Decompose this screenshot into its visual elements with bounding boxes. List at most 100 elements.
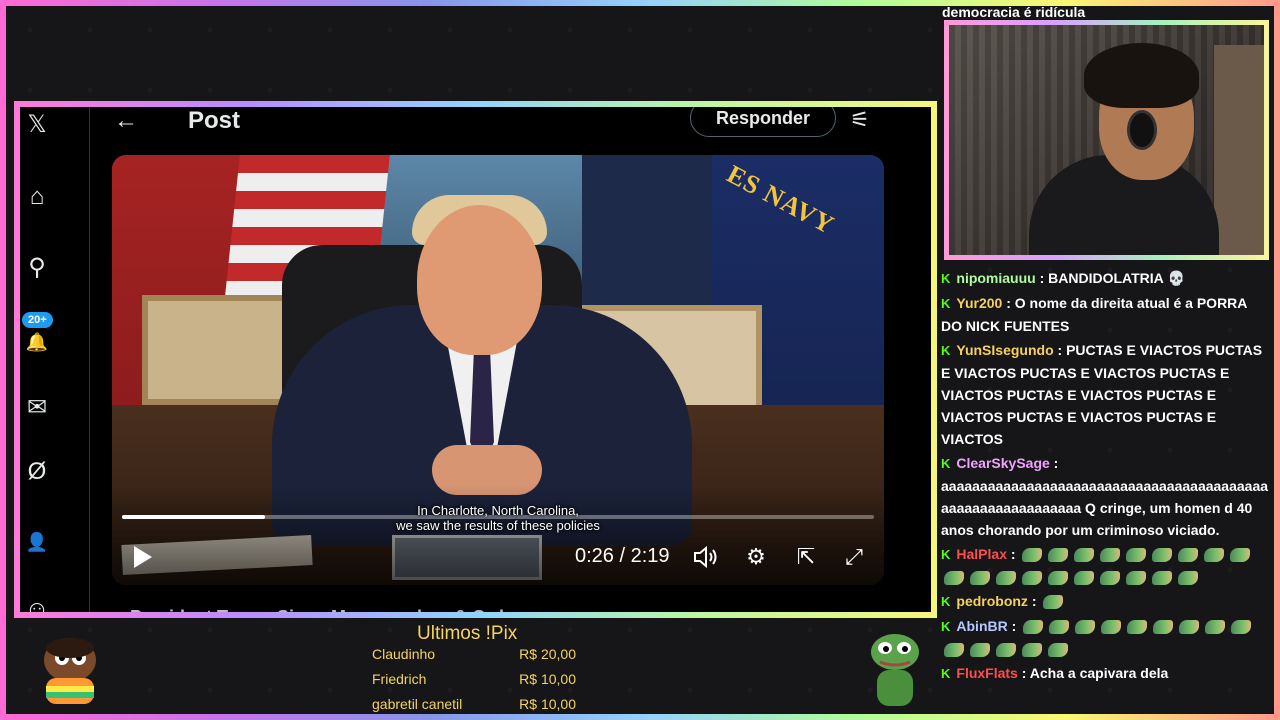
notifications-icon[interactable]: 🔔 xyxy=(22,327,52,357)
chat-separator: : xyxy=(1053,342,1067,358)
pix-donor-name: Claudinho xyxy=(372,646,436,662)
reply-button[interactable]: Responder xyxy=(690,107,836,137)
video-caption: In Charlotte, North Carolina, we saw the… xyxy=(112,503,884,533)
play-icon[interactable] xyxy=(132,545,154,569)
capybara-emote-icon xyxy=(1100,548,1121,563)
capybara-emote-icon xyxy=(996,571,1016,586)
page-title: Post xyxy=(188,107,241,134)
chat-separator: : xyxy=(1007,618,1021,634)
video-scene-flag-dark xyxy=(582,155,732,315)
chat-username[interactable]: YunSIsegundo xyxy=(956,342,1053,358)
chat-message: K HalPlax : xyxy=(941,543,1271,588)
capybara-emote-icon xyxy=(1074,548,1095,563)
capybara-emote-icon xyxy=(944,571,964,586)
webcam-overlay xyxy=(944,20,1269,260)
capybara-emote-icon xyxy=(1178,571,1198,586)
back-arrow-icon[interactable]: ← xyxy=(114,107,138,135)
chat-username[interactable]: Yur200 xyxy=(956,295,1002,311)
video-scene-head xyxy=(417,205,542,355)
capybara-emote-icon xyxy=(1043,595,1064,610)
capybara-emote-icon xyxy=(1152,548,1173,563)
video-player[interactable]: ES NAVY In Charlotte, North Carolina, we… xyxy=(112,155,884,585)
capybara-emote-icon xyxy=(1074,571,1094,586)
headphones-icon xyxy=(1127,110,1157,150)
chat-message: K AbinBR : xyxy=(941,615,1271,660)
capybara-emote-icon xyxy=(1126,571,1146,586)
chat-message: K Yur200 : O nome da direita atual é a PO… xyxy=(941,292,1271,337)
chat-separator: : xyxy=(1027,593,1041,609)
kick-badge-icon: K xyxy=(941,666,951,681)
webcam-streamer-hair xyxy=(1084,43,1199,108)
capybara-emote-icon xyxy=(1022,548,1043,563)
pix-donor-name: Friedrich xyxy=(372,671,427,687)
mascot-left-icon xyxy=(32,630,107,710)
search-icon[interactable]: ⚲ xyxy=(22,252,52,282)
profile-icon[interactable]: 👤 xyxy=(22,527,52,557)
chat-text: BANDIDOLATRIA xyxy=(1048,270,1164,286)
filter-icon[interactable]: ⚟ xyxy=(850,107,870,133)
capybara-emote-icon xyxy=(1230,548,1251,563)
kick-badge-icon: K xyxy=(941,271,951,286)
settings-gear-icon[interactable]: ⚙ xyxy=(742,543,770,571)
chat-message: Kpedrobonz : xyxy=(941,590,1271,613)
browser-capture: 𝕏 ⌂ ⚲ 20+ 🔔 ✉ Ø 👤 ☺ ← Post Responder ⚟ E… xyxy=(14,101,937,618)
chat-username[interactable]: ClearSkySage xyxy=(956,455,1049,471)
kick-badge-icon: K xyxy=(941,594,951,609)
kick-badge-icon: K xyxy=(941,619,951,634)
kick-badge-icon: K xyxy=(941,456,951,471)
video-scene-photos-left xyxy=(142,295,292,405)
popout-icon[interactable]: ⇱ xyxy=(792,543,820,571)
capybara-emote-icon xyxy=(970,571,990,586)
chat-username[interactable]: HalPlax xyxy=(956,546,1007,562)
capybara-emote-icon xyxy=(1023,620,1044,635)
x-left-rail: 𝕏 ⌂ ⚲ 20+ 🔔 ✉ Ø 👤 ☺ xyxy=(20,107,90,612)
video-caption-line2: we saw the results of these policies xyxy=(396,518,600,533)
capybara-emote-icon xyxy=(1231,620,1252,635)
pix-donation-value: R$ 20,00 xyxy=(519,646,576,662)
kick-badge-icon: K xyxy=(941,343,951,358)
webcam-door xyxy=(1214,45,1264,255)
chat-message: Knipomiauuu : BANDIDOLATRIA 💀 xyxy=(941,267,1271,290)
notifications-badge: 20+ xyxy=(22,312,53,328)
capybara-emote-icon xyxy=(1022,571,1042,586)
chat-message-partial: democracia é ridícula xyxy=(942,4,1086,20)
chat-message: K YunSIsegundo : PUCTAS E VIACTOS PUCTAS … xyxy=(941,339,1271,450)
capybara-emote-icon xyxy=(970,643,990,658)
capybara-emote-icon xyxy=(1022,643,1042,658)
grok-icon[interactable]: Ø xyxy=(22,457,52,487)
video-time: 0:26 / 2:19 xyxy=(575,545,670,567)
chat-separator: : xyxy=(1002,295,1015,311)
capybara-emote-icon xyxy=(1127,620,1148,635)
chat-username[interactable]: AbinBR xyxy=(956,618,1007,634)
chat-separator: : xyxy=(1017,665,1030,681)
capybara-emote-icon xyxy=(1126,548,1147,563)
capybara-emote-icon xyxy=(944,643,964,658)
post-header: ← Post Responder ⚟ xyxy=(90,107,931,147)
kick-badge-icon: K xyxy=(941,296,951,311)
chat-separator: : xyxy=(1006,546,1020,562)
more-icon[interactable]: ☺ xyxy=(22,595,52,612)
capybara-emote-icon xyxy=(1049,620,1070,635)
capybara-emote-icon xyxy=(1178,548,1199,563)
chat-message: K ClearSkySage : aaaaaaaaaaaaaaaaaaaaaaaa… xyxy=(941,452,1271,541)
kick-badge-icon: K xyxy=(941,547,951,562)
x-logo-icon[interactable]: 𝕏 xyxy=(22,109,52,139)
pix-donation-value: R$ 10,00 xyxy=(519,671,576,687)
capybara-emote-icon xyxy=(1152,571,1172,586)
capybara-emote-icon xyxy=(1075,620,1096,635)
fullscreen-icon[interactable]: ⤢ xyxy=(840,543,868,571)
chat-text: aaaaaaaaaaaaaaaaaaaaaaaaaaaaaaaaaaaaaaaa… xyxy=(941,478,1269,538)
chat-text: Acha a capivara dela xyxy=(1029,665,1169,681)
messages-icon[interactable]: ✉ xyxy=(22,392,52,422)
home-icon[interactable]: ⌂ xyxy=(22,182,52,212)
chat-username[interactable]: nipomiauuu xyxy=(956,270,1035,286)
pix-donation-value: R$ 10,00 xyxy=(519,696,576,712)
chat-username[interactable]: pedrobonz xyxy=(956,593,1028,609)
chat-separator: : xyxy=(1049,455,1059,471)
volume-icon[interactable] xyxy=(692,543,720,571)
capybara-emote-icon xyxy=(1048,643,1068,658)
chat-username[interactable]: FluxFlats xyxy=(956,665,1017,681)
chat-separator: : xyxy=(1035,270,1049,286)
capybara-emote-icon xyxy=(1179,620,1200,635)
pix-title: Ultimos !Pix xyxy=(417,623,518,644)
